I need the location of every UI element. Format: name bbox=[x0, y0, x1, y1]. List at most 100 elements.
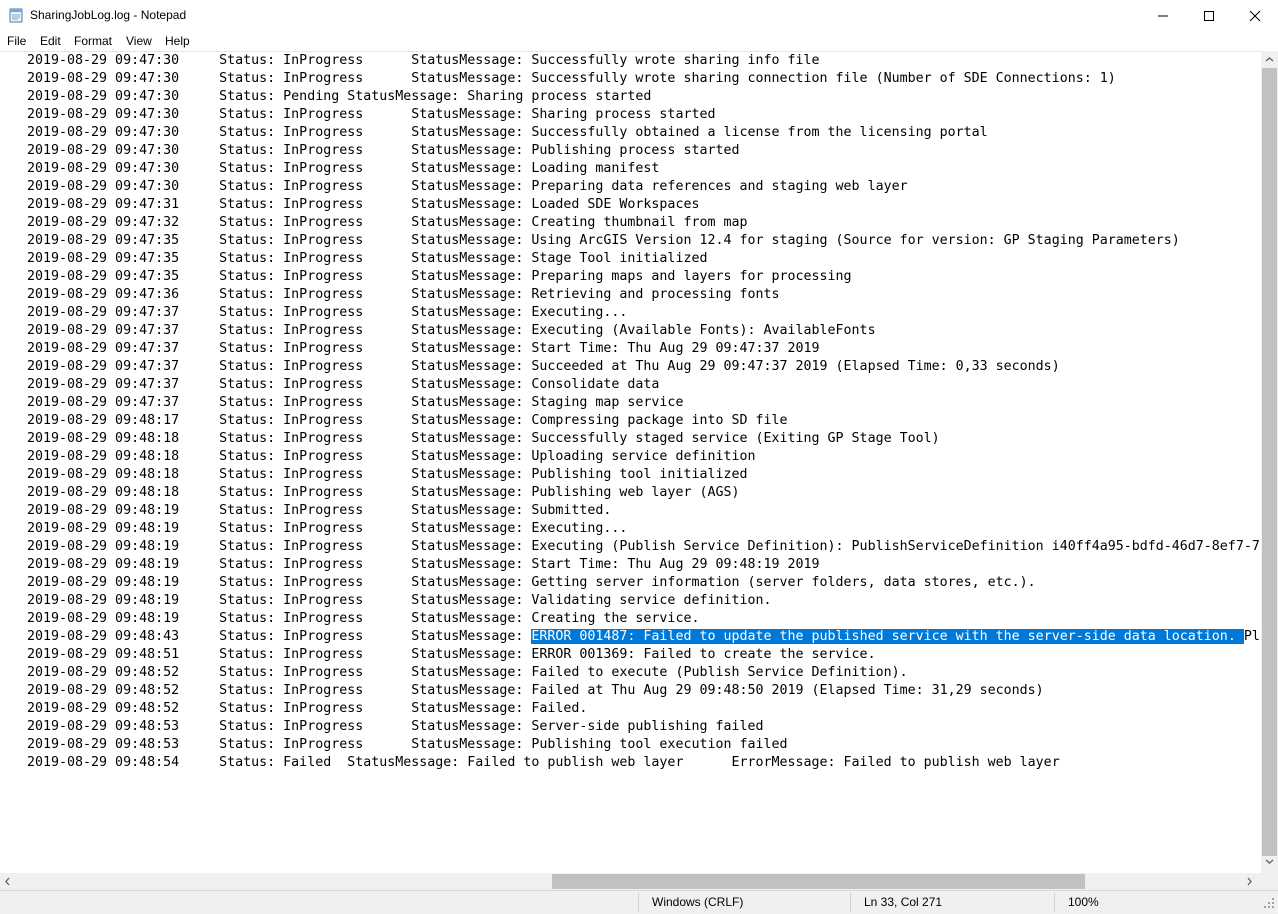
log-line-text: 2019-08-29 09:47:30 Status: InProgress S… bbox=[27, 143, 740, 158]
window-title: SharingJobLog.log - Notepad bbox=[30, 8, 187, 22]
log-line: 2019-08-29 09:48:18 Status: InProgress S… bbox=[27, 430, 940, 448]
status-separator bbox=[638, 893, 639, 912]
log-line-text: 2019-08-29 09:48:19 Status: InProgress S… bbox=[27, 575, 1036, 590]
menu-bar: File Edit Format View Help bbox=[0, 31, 1278, 51]
log-line-text: 2019-08-29 09:48:52 Status: InProgress S… bbox=[27, 701, 588, 716]
menu-help[interactable]: Help bbox=[165, 34, 190, 48]
log-line-text: 2019-08-29 09:48:51 Status: InProgress S… bbox=[27, 647, 876, 662]
log-line: 2019-08-29 09:47:30 Status: InProgress S… bbox=[27, 70, 1116, 88]
log-line: 2019-08-29 09:47:30 Status: InProgress S… bbox=[27, 178, 908, 196]
log-line: 2019-08-29 09:48:18 Status: InProgress S… bbox=[27, 484, 739, 502]
log-line-text: 2019-08-29 09:48:19 Status: InProgress S… bbox=[27, 593, 772, 608]
log-line-text: 2019-08-29 09:47:37 Status: InProgress S… bbox=[27, 305, 628, 320]
log-line-text: 2019-08-29 09:47:30 Status: InProgress S… bbox=[27, 179, 908, 194]
log-line: 2019-08-29 09:47:37 Status: InProgress S… bbox=[27, 340, 820, 358]
log-line-text: 2019-08-29 09:47:36 Status: InProgress S… bbox=[27, 287, 780, 302]
log-line-text: 2019-08-29 09:47:37 Status: InProgress S… bbox=[27, 341, 820, 356]
scroll-left-arrow-icon[interactable] bbox=[5, 877, 10, 886]
log-line: 2019-08-29 09:47:30 Status: Pending Stat… bbox=[27, 88, 651, 106]
log-line: 2019-08-29 09:48:19 Status: InProgress S… bbox=[27, 574, 1036, 592]
log-line: 2019-08-29 09:48:52 Status: InProgress S… bbox=[27, 682, 1044, 700]
scrollbar-corner bbox=[1261, 873, 1278, 890]
log-line: 2019-08-29 09:48:18 Status: InProgress S… bbox=[27, 466, 748, 484]
vertical-scrollbar[interactable] bbox=[1261, 51, 1278, 873]
log-line: 2019-08-29 09:48:19 Status: InProgress S… bbox=[27, 520, 627, 538]
log-line: 2019-08-29 09:47:30 Status: InProgress S… bbox=[27, 124, 988, 142]
text-editor[interactable]: 2019-08-29 09:47:30 Status: InProgress S… bbox=[0, 51, 1261, 874]
maximize-button[interactable] bbox=[1186, 0, 1232, 31]
scroll-right-arrow-icon[interactable] bbox=[1247, 877, 1252, 886]
log-line: 2019-08-29 09:48:43 Status: InProgress S… bbox=[27, 628, 1260, 646]
horizontal-scroll-thumb[interactable] bbox=[552, 874, 1085, 889]
log-line-text: 2019-08-29 09:48:53 Status: InProgress S… bbox=[27, 719, 764, 734]
log-line: 2019-08-29 09:47:30 Status: InProgress S… bbox=[27, 142, 739, 160]
log-line: 2019-08-29 09:48:51 Status: InProgress S… bbox=[27, 646, 876, 664]
close-button[interactable] bbox=[1232, 0, 1278, 31]
log-line-text: 2019-08-29 09:47:37 Status: InProgress S… bbox=[27, 377, 660, 392]
log-line-text: 2019-08-29 09:48:18 Status: InProgress S… bbox=[27, 431, 940, 446]
close-icon bbox=[1249, 10, 1261, 22]
notepad-icon bbox=[9, 8, 23, 23]
log-line: 2019-08-29 09:48:18 Status: InProgress S… bbox=[27, 448, 756, 466]
log-line: 2019-08-29 09:47:30 Status: InProgress S… bbox=[27, 160, 659, 178]
log-line: 2019-08-29 09:48:53 Status: InProgress S… bbox=[27, 718, 764, 736]
minimize-icon bbox=[1158, 15, 1168, 17]
log-line: 2019-08-29 09:47:30 Status: InProgress S… bbox=[27, 52, 820, 70]
log-line-text: 2019-08-29 09:47:30 Status: InProgress S… bbox=[27, 125, 988, 140]
status-separator bbox=[1054, 893, 1055, 912]
log-line-text: 2019-08-29 09:48:19 Status: InProgress S… bbox=[27, 539, 1260, 554]
log-line: 2019-08-29 09:47:32 Status: InProgress S… bbox=[27, 214, 748, 232]
vertical-scroll-thumb[interactable] bbox=[1262, 68, 1277, 856]
log-line-text: 2019-08-29 09:47:37 Status: InProgress S… bbox=[27, 395, 684, 410]
log-line-text: 2019-08-29 09:48:18 Status: InProgress S… bbox=[27, 467, 748, 482]
log-line-text: 2019-08-29 09:48:18 Status: InProgress S… bbox=[27, 485, 740, 500]
cursor-position: Ln 33, Col 271 bbox=[864, 895, 943, 909]
log-line-text: 2019-08-29 09:47:31 Status: InProgress S… bbox=[27, 197, 700, 212]
log-line: 2019-08-29 09:48:19 Status: InProgress S… bbox=[27, 538, 1260, 556]
status-separator bbox=[850, 893, 851, 912]
log-line-text: 2019-08-29 09:47:32 Status: InProgress S… bbox=[27, 215, 748, 230]
menu-edit[interactable]: Edit bbox=[40, 34, 61, 48]
menu-file[interactable]: File bbox=[7, 34, 26, 48]
scroll-down-arrow-icon[interactable] bbox=[1265, 859, 1274, 864]
minimize-button[interactable] bbox=[1140, 0, 1186, 31]
maximize-icon bbox=[1204, 11, 1214, 21]
log-line-text: 2019-08-29 09:47:35 Status: InProgress S… bbox=[27, 269, 852, 284]
log-line: 2019-08-29 09:48:52 Status: InProgress S… bbox=[27, 700, 587, 718]
log-line: 2019-08-29 09:47:37 Status: InProgress S… bbox=[27, 358, 1060, 376]
log-line-text: 2019-08-29 09:48:18 Status: InProgress S… bbox=[27, 449, 756, 464]
scroll-up-arrow-icon[interactable] bbox=[1265, 57, 1274, 62]
log-line-text: 2019-08-29 09:48:19 Status: InProgress S… bbox=[27, 557, 820, 572]
title-bar[interactable]: SharingJobLog.log - Notepad bbox=[0, 0, 1278, 31]
log-line: 2019-08-29 09:48:19 Status: InProgress S… bbox=[27, 556, 820, 574]
log-line: 2019-08-29 09:47:37 Status: InProgress S… bbox=[27, 376, 659, 394]
log-line: 2019-08-29 09:48:19 Status: InProgress S… bbox=[27, 610, 699, 628]
resize-grip-icon[interactable] bbox=[1262, 896, 1276, 910]
horizontal-scrollbar[interactable] bbox=[0, 873, 1261, 890]
log-line-text: 2019-08-29 09:47:30 Status: InProgress S… bbox=[27, 71, 1116, 86]
line-ending-indicator: Windows (CRLF) bbox=[652, 895, 744, 909]
log-line: 2019-08-29 09:47:35 Status: InProgress S… bbox=[27, 268, 852, 286]
log-line: 2019-08-29 09:47:35 Status: InProgress S… bbox=[27, 250, 707, 268]
log-line-text: 2019-08-29 09:48:54 Status: Failed Statu… bbox=[27, 755, 1060, 770]
menu-view[interactable]: View bbox=[126, 34, 152, 48]
log-line-text: 2019-08-29 09:47:30 Status: InProgress S… bbox=[27, 53, 820, 68]
log-line-text: 2019-08-29 09:47:37 Status: InProgress S… bbox=[27, 323, 876, 338]
log-line: 2019-08-29 09:47:36 Status: InProgress S… bbox=[27, 286, 780, 304]
menu-format[interactable]: Format bbox=[74, 34, 112, 48]
log-line: 2019-08-29 09:48:17 Status: InProgress S… bbox=[27, 412, 788, 430]
log-line: 2019-08-29 09:47:35 Status: InProgress S… bbox=[27, 232, 1180, 250]
log-line-text: 2019-08-29 09:48:19 Status: InProgress S… bbox=[27, 611, 700, 626]
log-line: 2019-08-29 09:47:30 Status: InProgress S… bbox=[27, 106, 715, 124]
log-line-text: 2019-08-29 09:47:30 Status: InProgress S… bbox=[27, 107, 716, 122]
selected-text[interactable]: ERROR 001487: Failed to update the publi… bbox=[531, 629, 1244, 644]
log-line-text: 2019-08-29 09:47:30 Status: InProgress S… bbox=[27, 161, 660, 176]
log-line: 2019-08-29 09:48:52 Status: InProgress S… bbox=[27, 664, 908, 682]
log-line-text: 2019-08-29 09:48:52 Status: InProgress S… bbox=[27, 683, 1044, 698]
log-line: 2019-08-29 09:47:31 Status: InProgress S… bbox=[27, 196, 699, 214]
log-line-text: 2019-08-29 09:48:19 Status: InProgress S… bbox=[27, 503, 612, 518]
log-line: 2019-08-29 09:47:37 Status: InProgress S… bbox=[27, 304, 627, 322]
log-line-text: 2019-08-29 09:47:35 Status: InProgress S… bbox=[27, 233, 1180, 248]
log-line: 2019-08-29 09:48:54 Status: Failed Statu… bbox=[27, 754, 1060, 772]
zoom-level: 100% bbox=[1068, 895, 1099, 909]
